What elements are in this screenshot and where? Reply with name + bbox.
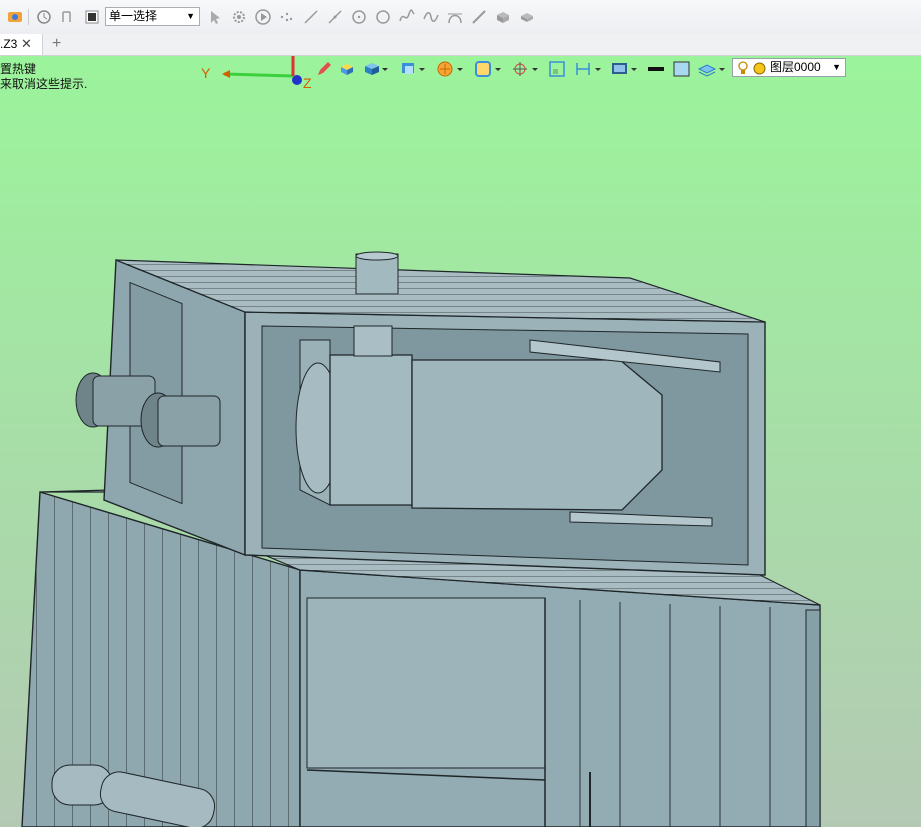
inner-duct-body (411, 359, 663, 511)
chevron-down-icon: ▼ (832, 62, 841, 72)
cursor-icon[interactable] (207, 8, 225, 26)
add-tab-icon[interactable]: + (52, 34, 61, 54)
reset-view-icon[interactable] (35, 8, 53, 26)
tab-document[interactable]: .Z3 ✕ (0, 34, 43, 55)
close-icon[interactable]: ✕ (21, 34, 32, 54)
axis-arrows-icon (222, 56, 302, 85)
chevron-down-icon: ▼ (186, 11, 195, 21)
document-tab-bar: .Z3 ✕ + (0, 34, 921, 56)
point-icon[interactable] (278, 8, 296, 26)
line-color-icon[interactable] (646, 60, 666, 78)
selection-mode-value: 单一选择 (109, 9, 158, 23)
play-icon[interactable] (254, 8, 272, 26)
solid-box-icon[interactable] (363, 60, 389, 78)
undo-icon[interactable] (58, 8, 76, 26)
sine-icon[interactable] (422, 8, 440, 26)
layers-icon[interactable] (697, 60, 727, 78)
right-post (805, 609, 821, 827)
view-cube-icon[interactable] (400, 60, 426, 78)
hint-line-2: 来取消这些提示. (0, 77, 88, 91)
circle-icon[interactable] (350, 8, 368, 26)
lightbulb-icon (738, 61, 748, 74)
dimension-icon[interactable] (574, 60, 602, 78)
inner-pipe (353, 325, 393, 357)
line-icon[interactable] (302, 8, 320, 26)
selection-mode-select[interactable]: 单一选择 ▼ (105, 7, 200, 26)
app-menu-icon[interactable] (6, 8, 24, 26)
pencil-icon[interactable] (315, 60, 333, 78)
main-toolbar: 单一选择 ▼ (0, 0, 921, 35)
spline-icon[interactable] (398, 8, 416, 26)
gear-icon[interactable] (230, 8, 248, 26)
motor-body (157, 395, 221, 447)
cube2-icon[interactable] (518, 8, 536, 26)
layer-select-value: 图层0000 (770, 60, 821, 74)
layer-select[interactable]: 图层0000 ▼ (732, 58, 846, 77)
shading-icon[interactable] (474, 60, 502, 78)
display-icon[interactable] (610, 60, 638, 78)
box-yellow-icon[interactable] (337, 60, 357, 78)
lower-panel (306, 597, 546, 769)
inner-duct-box (329, 354, 413, 506)
frame-icon[interactable] (548, 60, 566, 78)
cube-icon[interactable] (494, 8, 512, 26)
axis-y-label: Y (201, 65, 211, 81)
line2-icon[interactable] (326, 8, 344, 26)
tab-label: .Z3 (0, 37, 18, 51)
fill-color-icon[interactable] (672, 60, 692, 78)
arc-icon[interactable] (446, 8, 464, 26)
render-mode-icon[interactable] (436, 60, 464, 78)
layer-dot-icon (753, 62, 766, 75)
stop-icon[interactable] (83, 8, 101, 26)
orient-icon[interactable] (511, 60, 539, 78)
top-chimney-cap (355, 251, 399, 261)
slash-icon[interactable] (470, 8, 488, 26)
cad-model[interactable] (0, 56, 921, 827)
3d-viewport[interactable]: 置热键 来取消这些提示. Y Z 图层0000 ▼ (0, 56, 921, 827)
toolbar-separator (28, 9, 29, 25)
circle2-icon[interactable] (374, 8, 392, 26)
